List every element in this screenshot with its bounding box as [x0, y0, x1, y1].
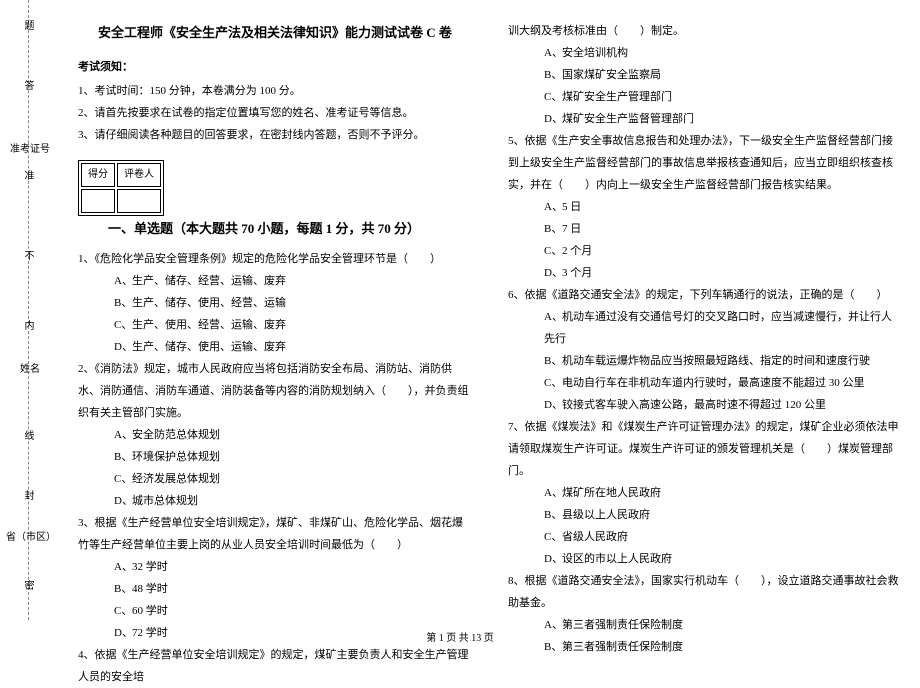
q2-opt-b[interactable]: B、环境保护总体规划: [78, 446, 472, 468]
q3-opt-b[interactable]: B、48 学时: [78, 578, 472, 600]
q2-opt-c[interactable]: C、经济发展总体规划: [78, 468, 472, 490]
q2-opt-d[interactable]: D、城市总体规划: [78, 490, 472, 512]
seal-mark-2: 线: [20, 430, 35, 444]
q7-opt-b[interactable]: B、县级以上人民政府: [508, 504, 902, 526]
seal-mark-5: 准: [20, 170, 35, 184]
q4-opt-a[interactable]: A、安全培训机构: [508, 42, 902, 64]
q1-opt-c[interactable]: C、生产、使用、经营、运输、废弃: [78, 314, 472, 336]
score-box-c2: 评卷人: [117, 163, 161, 187]
gutter-field-name-label: 姓名: [20, 364, 40, 375]
q4-stem-cont: 训大纲及考核标准由（ ）制定。: [508, 20, 902, 42]
q6-opt-c[interactable]: C、电动自行车在非机动车道内行驶时，最高速度不能超过 30 公里: [508, 372, 902, 394]
score-box: 得分 评卷人: [78, 160, 164, 216]
section-header-row: 得分 评卷人 一、单选题（本大题共 70 小题，每题 1 分，共 70 分）: [78, 152, 472, 242]
gutter-field-school: 省（市区）: [6, 528, 54, 543]
seal-mark-1: 封: [20, 490, 35, 504]
gutter-field-ticket-label: 准考证号: [10, 144, 50, 155]
q6-opt-b[interactable]: B、机动车载运爆炸物品应当按照最短路线、指定的时间和速度行驶: [508, 350, 902, 372]
q5-opt-c[interactable]: C、2 个月: [508, 240, 902, 262]
q8-stem: 8、根据《道路交通安全法》，国家实行机动车（ ），设立道路交通事故社会救助基金。: [508, 570, 902, 614]
q4-stem-part: 4、依据《生产经营单位安全培训规定》的规定，煤矿主要负责人和安全生产管理人员的安…: [78, 644, 472, 688]
q6-opt-d[interactable]: D、铰接式客车驶入高速公路，最高时速不得超过 120 公里: [508, 394, 902, 416]
seal-mark-6: 答: [20, 80, 35, 94]
q6-stem: 6、依据《道路交通安全法》的规定，下列车辆通行的说法，正确的是（ ）: [508, 284, 902, 306]
gutter-field-ticket: 准考证号: [6, 140, 54, 155]
seal-mark-3: 内: [20, 320, 35, 334]
q7-stem: 7、依据《煤炭法》和《煤炭生产许可证管理办法》的规定，煤矿企业必须依法申请领取煤…: [508, 416, 902, 482]
q1-stem: 1、《危险化学品安全管理条例》规定的危险化学品安全管理环节是（ ）: [78, 248, 472, 270]
notice-2: 2、请首先按要求在试卷的指定位置填写您的姓名、准考证号等信息。: [78, 102, 472, 124]
score-box-blank2[interactable]: [117, 189, 161, 213]
q7-opt-c[interactable]: C、省级人民政府: [508, 526, 902, 548]
q2-opt-a[interactable]: A、安全防范总体规划: [78, 424, 472, 446]
gutter-field-school-label: 省（市区）: [6, 532, 56, 543]
q5-stem: 5、依据《生产安全事故信息报告和处理办法》，下一级安全生产监督经营部门接到上级安…: [508, 130, 902, 196]
q1-opt-b[interactable]: B、生产、储存、使用、经营、运输: [78, 292, 472, 314]
q4-opt-b[interactable]: B、国家煤矿安全监察局: [508, 64, 902, 86]
q6-opt-a[interactable]: A、机动车通过没有交通信号灯的交叉路口时，应当减速慢行，并让行人先行: [508, 306, 902, 350]
seal-mark-4: 不: [20, 250, 35, 264]
notice-1: 1、考试时间：150 分钟，本卷满分为 100 分。: [78, 80, 472, 102]
score-box-blank1[interactable]: [81, 189, 115, 213]
gutter-field-name: 姓名: [6, 360, 54, 375]
q3-stem: 3、根据《生产经营单位安全培训规定》，煤矿、非煤矿山、危险化学品、烟花爆竹等生产…: [78, 512, 472, 556]
q5-opt-b[interactable]: B、7 日: [508, 218, 902, 240]
column-left: 安全工程师《安全生产法及相关法律知识》能力测试试卷 C 卷 考试须知： 1、考试…: [60, 0, 490, 620]
seal-mark-0: 密: [20, 580, 35, 594]
exam-page: 省（市区） 姓名 准考证号 密 封 线 内 不 准 答 题 安全工程师《安全生产…: [0, 0, 920, 620]
q7-opt-d[interactable]: D、设区的市以上人民政府: [508, 548, 902, 570]
binding-gutter: 省（市区） 姓名 准考证号 密 封 线 内 不 准 答 题: [0, 0, 60, 620]
seal-mark-7: 题: [20, 20, 35, 34]
score-box-c1: 得分: [81, 163, 115, 187]
q5-opt-d[interactable]: D、3 个月: [508, 262, 902, 284]
q4-opt-d[interactable]: D、煤矿安全生产监督管理部门: [508, 108, 902, 130]
paper-title: 安全工程师《安全生产法及相关法律知识》能力测试试卷 C 卷: [78, 20, 472, 46]
notice-heading: 考试须知：: [78, 56, 472, 78]
q1-opt-d[interactable]: D、生产、储存、使用、运输、废弃: [78, 336, 472, 358]
q7-opt-a[interactable]: A、煤矿所在地人民政府: [508, 482, 902, 504]
q3-opt-c[interactable]: C、60 学时: [78, 600, 472, 622]
q5-opt-a[interactable]: A、5 日: [508, 196, 902, 218]
q2-stem: 2、《消防法》规定，城市人民政府应当将包括消防安全布局、消防站、消防供水、消防通…: [78, 358, 472, 424]
q4-opt-c[interactable]: C、煤矿安全生产管理部门: [508, 86, 902, 108]
notice-3: 3、请仔细阅读各种题目的回答要求，在密封线内答题，否则不予评分。: [78, 124, 472, 146]
q3-opt-a[interactable]: A、32 学时: [78, 556, 472, 578]
q1-opt-a[interactable]: A、生产、储存、经营、运输、废弃: [78, 270, 472, 292]
column-right: 训大纲及考核标准由（ ）制定。 A、安全培训机构 B、国家煤矿安全监察局 C、煤…: [490, 0, 920, 620]
section-1-title: 一、单选题（本大题共 70 小题，每题 1 分，共 70 分）: [108, 216, 420, 242]
page-footer: 第 1 页 共 13 页: [0, 629, 920, 644]
